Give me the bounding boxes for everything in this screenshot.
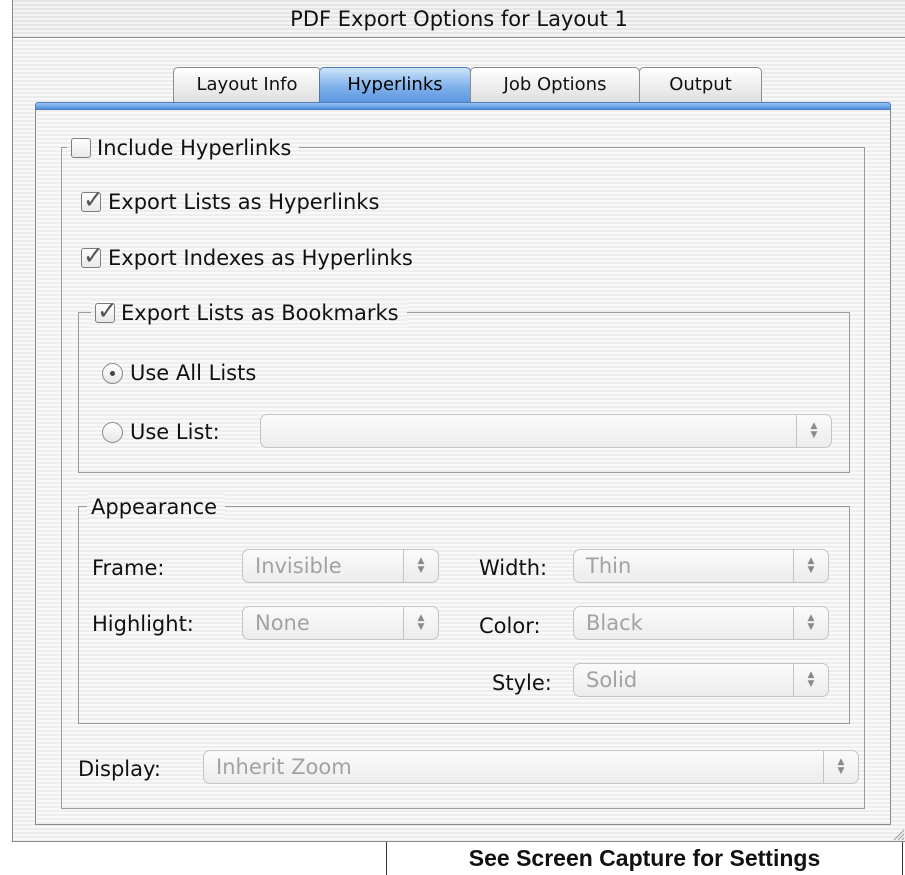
appearance-title: Appearance [91, 495, 218, 519]
include-hyperlinks-checkbox[interactable] [71, 138, 91, 158]
up-down-arrows-icon: ▲ ▼ [793, 550, 828, 582]
up-down-arrows-icon: ▲ ▼ [793, 664, 828, 696]
up-down-arrows-icon: ▲ ▼ [823, 751, 858, 783]
up-down-arrows-icon: ▲ ▼ [403, 550, 438, 582]
color-select[interactable]: Black ▲ ▼ [573, 606, 829, 640]
export-bookmarks-label: Export Lists as Bookmarks [121, 301, 399, 325]
tab-output[interactable]: Output [639, 67, 762, 103]
style-value: Solid [586, 668, 638, 692]
appearance-legend: Appearance [87, 493, 226, 521]
use-list-label: Use List: [130, 420, 220, 444]
display-value: Inherit Zoom [216, 755, 352, 779]
export-indexes-label: Export Indexes as Hyperlinks [108, 246, 413, 270]
use-list-row[interactable]: Use List: [102, 420, 220, 444]
use-all-lists-radio[interactable] [102, 362, 123, 384]
frame-label: Frame: [92, 556, 165, 580]
export-lists-checkbox[interactable] [81, 185, 104, 214]
hyperlinks-panel: Include Hyperlinks Export Lists as Hyper… [35, 110, 891, 825]
style-label: Style: [492, 671, 552, 695]
highlight-select[interactable]: None ▲ ▼ [242, 606, 439, 640]
display-label: Display: [78, 757, 161, 781]
up-down-arrows-icon: ▲ ▼ [796, 415, 831, 447]
export-lists-label: Export Lists as Hyperlinks [108, 190, 380, 214]
style-select[interactable]: Solid ▲ ▼ [573, 663, 829, 697]
use-list-select[interactable]: ▲ ▼ [260, 414, 832, 448]
export-lists-row[interactable]: Export Lists as Hyperlinks [81, 185, 380, 214]
export-bookmarks-checkbox[interactable] [95, 296, 118, 325]
caption-text: See Screen Capture for Settings [468, 845, 821, 871]
color-value: Black [586, 611, 643, 635]
window-title: PDF Export Options for Layout 1 [290, 7, 628, 31]
width-value: Thin [586, 554, 632, 578]
color-label: Color: [479, 614, 541, 638]
use-all-lists-label: Use All Lists [130, 361, 257, 385]
display-select[interactable]: Inherit Zoom ▲ ▼ [203, 750, 859, 784]
frame-select[interactable]: Invisible ▲ ▼ [242, 549, 439, 583]
export-indexes-row[interactable]: Export Indexes as Hyperlinks [81, 241, 413, 270]
tab-job-options[interactable]: Job Options [470, 67, 640, 103]
highlight-label: Highlight: [92, 612, 194, 636]
up-down-arrows-icon: ▲ ▼ [793, 607, 828, 639]
width-label: Width: [479, 556, 548, 580]
up-down-arrows-icon: ▲ ▼ [403, 607, 438, 639]
width-select[interactable]: Thin ▲ ▼ [573, 549, 829, 583]
pdf-export-dialog: PDF Export Options for Layout 1 Layout I… [12, 0, 905, 842]
bookmarks-group [78, 312, 850, 473]
tab-layout-info[interactable]: Layout Info [173, 67, 321, 103]
use-all-lists-row[interactable]: Use All Lists [102, 361, 256, 385]
tab-hyperlinks[interactable]: Hyperlinks [319, 67, 471, 103]
title-bar[interactable]: PDF Export Options for Layout 1 [13, 0, 905, 38]
include-hyperlinks-label: Include Hyperlinks [97, 136, 292, 160]
frame-value: Invisible [255, 554, 342, 578]
caption-box: See Screen Capture for Settings [386, 842, 903, 875]
bookmarks-legend: Export Lists as Bookmarks [91, 296, 407, 327]
export-indexes-checkbox[interactable] [81, 241, 104, 270]
highlight-value: None [255, 611, 310, 635]
tab-underline [35, 102, 891, 110]
include-hyperlinks-legend: Include Hyperlinks [67, 134, 300, 162]
use-list-radio[interactable] [102, 421, 123, 443]
resize-grip-icon[interactable] [891, 827, 905, 841]
